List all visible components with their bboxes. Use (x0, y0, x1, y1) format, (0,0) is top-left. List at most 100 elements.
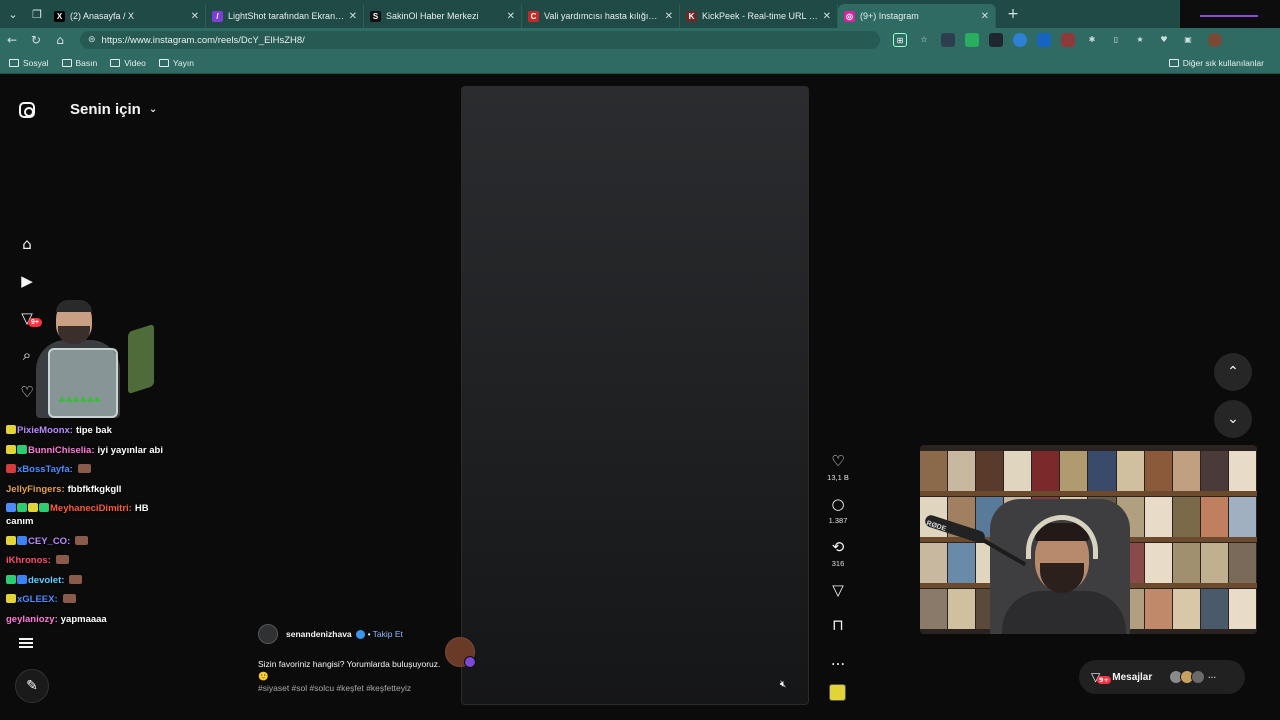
bookmark-folder[interactable]: Basın (61, 58, 97, 68)
chat-username: PixieMoonx: (17, 425, 73, 436)
chat-message: geylaniozy: yapmaaaa (6, 613, 166, 626)
apps-icon[interactable]: ⊞ (893, 33, 907, 47)
repost-icon[interactable]: ⟲ (824, 538, 852, 556)
browser-tab[interactable]: C Vali yardımcısı hasta kılığında acile ✕ (522, 4, 680, 28)
split-view-icon[interactable]: ▯ (1109, 33, 1123, 47)
chat-username: devolet: (28, 574, 65, 586)
previous-reel-button[interactable]: ⌃ (1214, 353, 1252, 391)
tab-favicon-icon: / (212, 10, 223, 22)
back-icon[interactable]: ← (0, 33, 24, 47)
close-tab-icon[interactable]: ✕ (981, 11, 989, 22)
browser-tab[interactable]: ◎ (9+) Instagram ✕ (838, 4, 996, 28)
browser-tab[interactable]: / LightShot tarafından Ekran Görüntüsü ✕ (206, 4, 364, 28)
close-tab-icon[interactable]: ✕ (349, 11, 357, 22)
bookmark-folder[interactable]: Video (110, 58, 146, 68)
browser-tab[interactable]: X (2) Anasayfa / X ✕ (48, 4, 206, 28)
chat-text: fbbfkfkgkgll (67, 483, 122, 495)
avatar (1191, 670, 1206, 684)
author-avatar[interactable] (258, 624, 278, 644)
tab-favicon-icon: S (370, 10, 381, 22)
repost-action[interactable]: ⟲ 316 (824, 538, 852, 568)
folder-icon (158, 58, 169, 67)
bookmark-folder[interactable]: Sosyal (9, 58, 49, 68)
workspaces-icon[interactable]: ❐ (26, 3, 48, 25)
close-tab-icon[interactable]: ✕ (507, 11, 515, 22)
tab-bar: ⌄ ❐ X (2) Anasayfa / X ✕ / LightShot tarafın… (0, 0, 1280, 28)
extension-icon[interactable] (1013, 33, 1027, 47)
extension-icon[interactable] (965, 33, 979, 47)
audio-avatar[interactable] (445, 637, 476, 668)
browser-tab[interactable]: K KickPeek - Real-time URL Crawler ✕ (680, 4, 838, 28)
share-action[interactable]: ▽ (824, 581, 852, 599)
chat-username: JellyFingers: (6, 483, 65, 495)
follow-button[interactable]: Takip Et (373, 629, 403, 639)
url-bar[interactable]: ⊜ https://www.instagram.com/reels/DcY_El… (80, 31, 880, 49)
chat-text: tipe bak (75, 425, 112, 436)
other-bookmarks[interactable]: Diğer sık kullanılanlar (1168, 52, 1264, 74)
refresh-icon[interactable]: ↻ (24, 33, 48, 47)
chat-emote-icon (69, 574, 83, 584)
instagram-logo-icon[interactable] (19, 102, 35, 118)
chevron-down-icon: ⌄ (148, 104, 158, 115)
tabs: X (2) Anasayfa / X ✕ / LightShot tarafından … (48, 0, 996, 28)
verified-badge-icon (355, 629, 365, 639)
messages-button[interactable]: ▽ 9+ Mesajlar ··· (1079, 660, 1245, 694)
bookmark-folder[interactable]: Yayın (158, 58, 194, 68)
reels-icon[interactable]: ▶ (17, 271, 37, 291)
heart-icon[interactable]: ♡ (824, 452, 852, 470)
chat-badge-icon (39, 503, 49, 512)
chat-text: iyi yayınlar abi (97, 444, 163, 456)
chat-message: devolet: (6, 574, 166, 587)
tab-title: SakinOl Haber Merkezi (386, 11, 479, 21)
bookmark-icon[interactable]: ⊓ (824, 616, 852, 634)
chat-badge-icon (17, 503, 27, 512)
tab-list-chevron-icon[interactable]: ⌄ (2, 3, 24, 25)
like-count: 13,1 B (827, 473, 849, 482)
tab-title: (9+) Instagram (860, 11, 919, 21)
tab-title: KickPeek - Real-time URL Crawler (702, 11, 819, 21)
new-tab-button[interactable]: + (1002, 6, 1024, 22)
chat-badge-icon (6, 574, 16, 584)
author-name[interactable]: senandenizhava (286, 629, 352, 639)
extension-icon[interactable] (1061, 33, 1075, 47)
menu-icon[interactable] (19, 638, 33, 648)
chat-message: CEY_CO: (6, 535, 166, 548)
extension-icon[interactable] (989, 33, 1003, 47)
chat-message: BunniChiselia: iyi yayınlar abi (6, 444, 166, 457)
screenshot-icon[interactable]: ▣ (1181, 33, 1195, 47)
reel-hashtags[interactable]: #siyaset #sol #solcu #keşfet #keşfetteyi… (258, 683, 411, 693)
share-icon[interactable]: ▽ (824, 581, 852, 599)
favorites-icon[interactable]: ★ (1133, 33, 1147, 47)
save-action[interactable]: ⊓ (824, 616, 852, 634)
feed-title: Senin için (70, 101, 141, 118)
chat-emote-icon (75, 535, 89, 545)
channel-logo-icon[interactable]: ✎ (15, 669, 49, 703)
mute-icon[interactable]: 🔇︎ (780, 679, 786, 690)
home-icon[interactable]: ⌂ (48, 33, 72, 47)
browser-tab[interactable]: S SakinOl Haber Merkezi ✕ (364, 4, 522, 28)
chat-message: xGLEEX: (6, 593, 166, 606)
site-info-icon[interactable]: ⊜ (88, 35, 96, 45)
favorite-star-icon[interactable]: ☆ (917, 33, 931, 47)
puzzle-icon[interactable]: ✱ (1085, 33, 1099, 47)
close-tab-icon[interactable]: ✕ (191, 11, 199, 22)
feed-selector[interactable]: Senin için ⌄ (70, 101, 157, 118)
next-reel-button[interactable]: ⌄ (1214, 400, 1252, 438)
reel-video[interactable] (461, 86, 809, 705)
tab-favicon-icon: C (528, 10, 539, 22)
comment-icon[interactable]: ○ (824, 495, 852, 513)
close-tab-icon[interactable]: ✕ (665, 11, 673, 22)
more-icon[interactable]: ... (824, 651, 852, 669)
browser-essentials-icon[interactable]: ♥ (1157, 33, 1171, 47)
extension-icon[interactable] (941, 33, 955, 47)
stream-overlay-bar (1180, 0, 1280, 28)
close-tab-icon[interactable]: ✕ (823, 11, 831, 22)
comment-action[interactable]: ○ 1.387 (824, 495, 852, 525)
home-icon[interactable]: ⌂ (17, 234, 37, 254)
more-options[interactable]: ... (824, 651, 852, 669)
audio-thumbnail[interactable] (829, 684, 846, 701)
extension-icon[interactable] (1037, 33, 1051, 47)
chat-badge-icon (6, 594, 16, 603)
like-action[interactable]: ♡ 13,1 B (824, 452, 852, 482)
profile-avatar[interactable] (1208, 33, 1222, 47)
